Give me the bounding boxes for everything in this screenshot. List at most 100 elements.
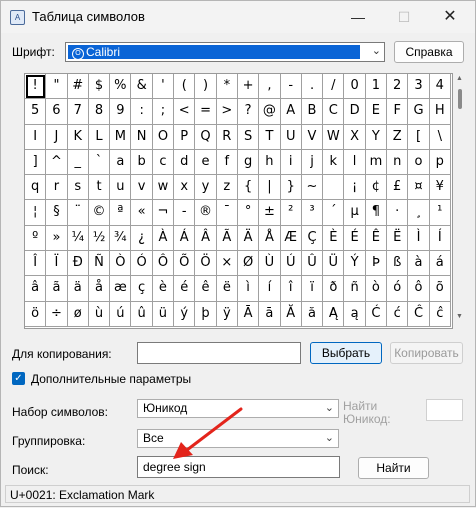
character-cell[interactable]: Ã (216, 225, 238, 252)
character-cell[interactable]: _ (67, 149, 89, 176)
character-cell[interactable]: · (387, 200, 409, 226)
character-cell[interactable]: + (237, 74, 260, 100)
character-cell[interactable]: @ (259, 99, 281, 125)
character-cell[interactable]: r (46, 175, 68, 201)
character-cell[interactable]: ã (46, 276, 68, 302)
goto-unicode-field[interactable] (426, 399, 463, 421)
character-cell[interactable]: Ð (67, 251, 89, 277)
character-cell[interactable]: % (110, 74, 132, 100)
character-cell[interactable]: Ć (365, 301, 388, 327)
character-cell[interactable]: Y (365, 124, 388, 150)
character-cell[interactable]: c (152, 149, 175, 176)
character-cell[interactable]: ð (323, 276, 345, 302)
character-cell[interactable]: W (323, 124, 345, 150)
character-cell[interactable]: Î (25, 251, 47, 277)
character-cell[interactable]: ¢ (365, 175, 388, 201)
search-button[interactable]: Найти (358, 457, 429, 479)
character-cell[interactable]: # (67, 74, 89, 100)
character-cell[interactable]: © (88, 200, 111, 226)
character-cell[interactable]: £ (387, 175, 409, 201)
character-cell[interactable]: « (131, 200, 153, 226)
select-button[interactable]: Выбрать (310, 342, 382, 364)
character-cell[interactable]: á (429, 251, 451, 277)
character-cell[interactable]: ï (301, 276, 324, 302)
character-cell[interactable]: Õ (174, 251, 196, 277)
character-cell[interactable]: Ü (323, 251, 345, 277)
character-cell[interactable]: z (216, 175, 238, 201)
character-cell[interactable]: - (280, 74, 302, 100)
character-cell[interactable]: Ą (323, 301, 345, 327)
charset-select[interactable]: Юникод ⌄ (137, 399, 339, 418)
character-cell[interactable]: Ë (387, 225, 409, 252)
character-cell[interactable]: - (174, 200, 196, 226)
character-cell[interactable]: ¡ (344, 175, 366, 201)
character-cell[interactable]: ^ (46, 149, 68, 176)
search-input[interactable]: degree sign (137, 456, 340, 478)
character-cell[interactable]: ¯ (216, 200, 238, 226)
character-cell[interactable]: ä (67, 276, 89, 302)
character-cell[interactable]: ¸ (408, 200, 430, 226)
chevron-down-icon[interactable]: ⌄ (325, 430, 334, 447)
help-button[interactable]: Справка (394, 41, 464, 63)
character-cell[interactable]: { (237, 175, 260, 201)
grouping-select[interactable]: Все ⌄ (137, 429, 339, 448)
character-cell[interactable]: S (237, 124, 260, 150)
character-cell[interactable]: ą (344, 301, 366, 327)
font-select[interactable]: O Calibri ⌄ (65, 42, 385, 62)
character-cell[interactable]: ¼ (67, 225, 89, 252)
character-cell[interactable]: ò (365, 276, 388, 302)
character-cell[interactable]: Ĉ (408, 301, 430, 327)
character-cell[interactable]: í (259, 276, 281, 302)
character-cell[interactable]: T (259, 124, 281, 150)
character-cell[interactable]: Ú (280, 251, 302, 277)
character-grid[interactable]: ! " # $% & '() * +, -./0 1 2 3 4 5 6 7 8 9:; < = >? @ A B C D E F G H… (24, 73, 453, 329)
character-cell[interactable]: ½ (88, 225, 111, 252)
character-cell[interactable]: ê (195, 276, 217, 302)
character-cell[interactable]: E (365, 99, 388, 125)
character-cell[interactable]: R (216, 124, 238, 150)
character-cell[interactable]: » (46, 225, 68, 252)
character-cell[interactable]: B (301, 99, 324, 125)
character-cell[interactable]: > (216, 99, 238, 125)
character-cell[interactable]: Ù (259, 251, 281, 277)
character-cell[interactable]: 9 (110, 99, 132, 125)
character-cell[interactable]: × (216, 251, 238, 277)
character-cell[interactable]: ± (259, 200, 281, 226)
character-cell[interactable]: ā (259, 301, 281, 327)
character-cell[interactable]: ¾ (110, 225, 132, 252)
character-cell[interactable]: K (67, 124, 89, 150)
character-cell[interactable]: É (344, 225, 366, 252)
character-cell[interactable]: [ (408, 124, 430, 150)
character-cell[interactable]: N (131, 124, 153, 150)
character-cell[interactable]: ć (387, 301, 409, 327)
character-cell[interactable]: ö (25, 301, 47, 327)
character-cell[interactable]: Ï (46, 251, 68, 277)
character-cell[interactable]: ÷ (46, 301, 68, 327)
character-cell[interactable]: ] (25, 149, 47, 176)
character-cell[interactable]: 4 (429, 74, 451, 100)
character-cell[interactable]: w (152, 175, 175, 201)
character-cell[interactable]: A (280, 99, 302, 125)
character-cell[interactable]: é (174, 276, 196, 302)
character-cell[interactable]: 8 (88, 99, 111, 125)
character-cell[interactable]: Ô (152, 251, 175, 277)
character-cell[interactable]: q (25, 175, 47, 201)
copy-button[interactable]: Копировать (390, 342, 463, 364)
maximize-icon[interactable]: ☐ (381, 1, 427, 33)
character-cell[interactable]: Ä (237, 225, 260, 252)
character-cell[interactable]: Ă (280, 301, 302, 327)
character-cell[interactable]: y (195, 175, 217, 201)
scroll-thumb[interactable] (458, 89, 462, 109)
character-cell[interactable]: ! (25, 74, 47, 100)
character-cell[interactable]: ³ (301, 200, 324, 226)
character-cell[interactable]: ß (387, 251, 409, 277)
character-cell[interactable]: þ (195, 301, 217, 327)
character-cell[interactable]: û (131, 301, 153, 327)
character-cell[interactable]: ă (301, 301, 324, 327)
character-cell[interactable]: ( (174, 74, 196, 100)
character-cell[interactable]: ° (237, 200, 260, 226)
character-cell[interactable]: º (25, 225, 47, 252)
character-cell[interactable]: g (237, 149, 260, 176)
character-cell[interactable]: J (46, 124, 68, 150)
character-cell[interactable]: ¶ (365, 200, 388, 226)
